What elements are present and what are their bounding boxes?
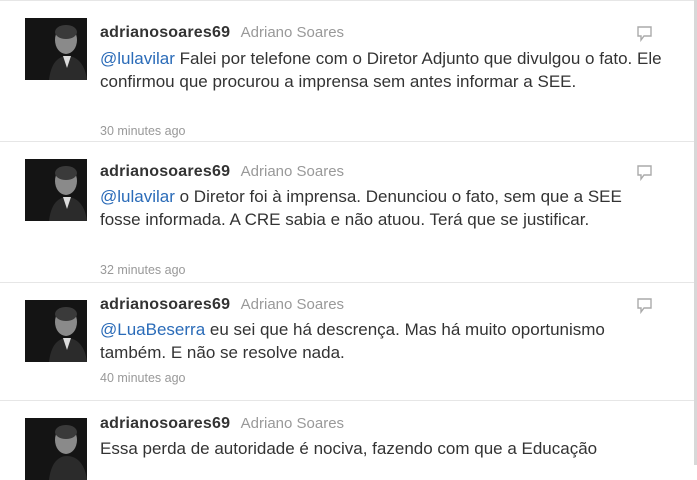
tweet-text: @lulavilar Falei por telefone com o Dire…	[100, 47, 665, 93]
avatar[interactable]	[25, 18, 87, 80]
mention-link[interactable]: @lulavilar	[100, 49, 175, 68]
full-name: Adriano Soares	[240, 296, 345, 313]
avatar[interactable]	[25, 300, 87, 362]
screen-name-link[interactable]: adrianosoares69	[100, 163, 230, 180]
reply-icon[interactable]	[636, 297, 654, 315]
tweet-text: Essa perda de autoridade é nociva, fazen…	[100, 437, 665, 460]
screen-name-link[interactable]: adrianosoares69	[100, 296, 230, 313]
tweet-header: adrianosoares69 Adriano Soares	[100, 295, 344, 315]
avatar[interactable]	[25, 418, 87, 480]
full-name: Adriano Soares	[240, 415, 345, 432]
tweet-header: adrianosoares69 Adriano Soares	[100, 23, 344, 43]
timestamp-link[interactable]: 40 minutes ago	[100, 371, 185, 385]
tweet-header: adrianosoares69 Adriano Soares	[100, 414, 344, 434]
screen-name-link[interactable]: adrianosoares69	[100, 415, 230, 432]
tweet-text: @LuaBeserra eu sei que há descrença. Mas…	[100, 318, 665, 364]
tweet-body: Falei por telefone com o Diretor Adjunto…	[100, 49, 662, 91]
tweet-header: adrianosoares69 Adriano Soares	[100, 162, 344, 182]
timestamp-link[interactable]: 32 minutes ago	[100, 263, 185, 277]
full-name: Adriano Soares	[240, 163, 345, 180]
tweet-body: Essa perda de autoridade é nociva, fazen…	[100, 439, 598, 458]
tweet-body: o Diretor foi à imprensa. Denunciou o fa…	[100, 187, 622, 229]
mention-link[interactable]: @LuaBeserra	[100, 320, 205, 339]
avatar-photo-icon	[25, 300, 87, 362]
tweet-item: adrianosoares69 Adriano Soares @LuaBeser…	[0, 283, 694, 401]
timestamp-link[interactable]: 30 minutes ago	[100, 124, 185, 138]
full-name: Adriano Soares	[240, 24, 345, 41]
tweet-item: adrianosoares69 Adriano Soares @lulavila…	[0, 0, 694, 142]
avatar-photo-icon	[25, 159, 87, 221]
tweet-feed: adrianosoares69 Adriano Soares @lulavila…	[0, 0, 694, 480]
avatar-photo-icon	[25, 18, 87, 80]
tweet-item: adrianosoares69 Adriano Soares Essa perd…	[0, 401, 694, 480]
avatar-photo-icon	[25, 418, 87, 480]
mention-link[interactable]: @lulavilar	[100, 187, 175, 206]
avatar[interactable]	[25, 159, 87, 221]
reply-icon[interactable]	[636, 25, 654, 43]
tweet-item: adrianosoares69 Adriano Soares @lulavila…	[0, 142, 694, 283]
screen-name-link[interactable]: adrianosoares69	[100, 24, 230, 41]
tweet-text: @lulavilar o Diretor foi à imprensa. Den…	[100, 185, 665, 231]
reply-icon[interactable]	[636, 164, 654, 182]
